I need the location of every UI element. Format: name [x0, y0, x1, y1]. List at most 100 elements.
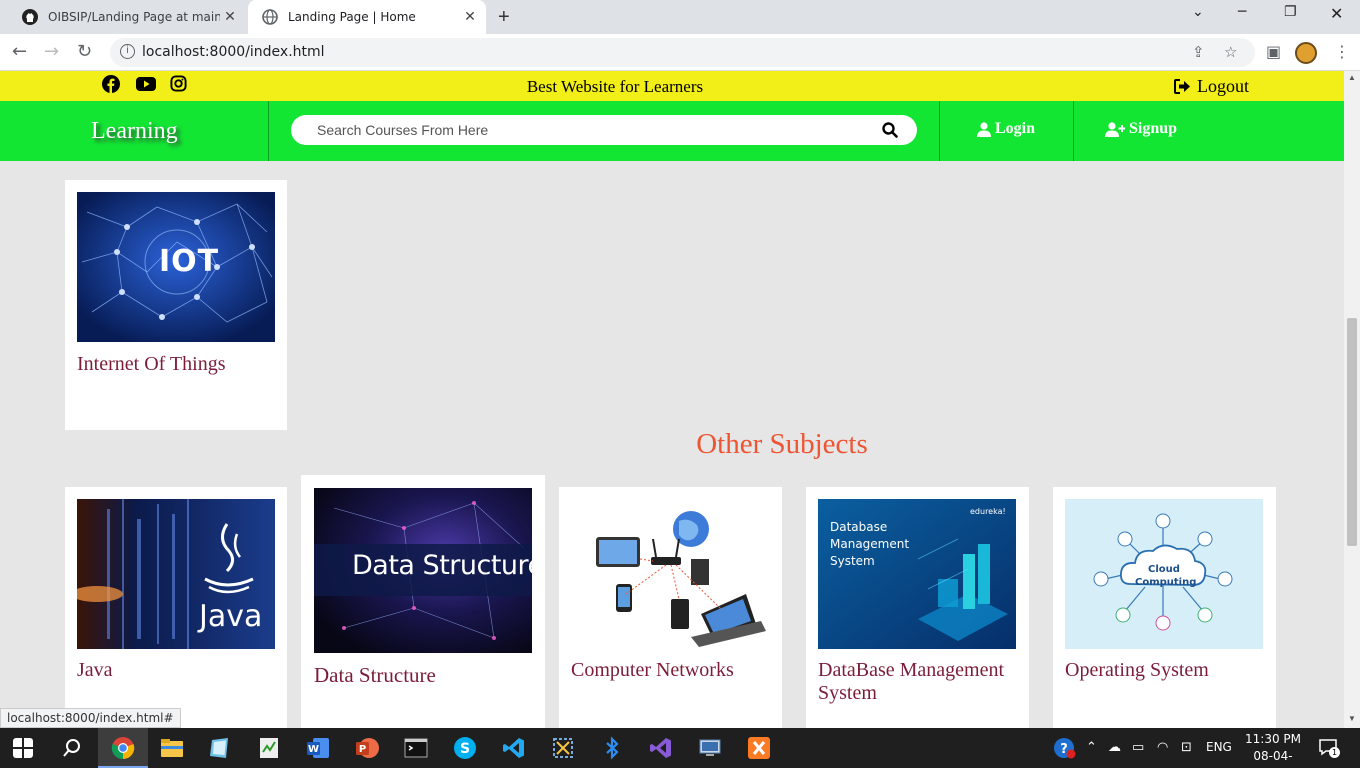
restore-icon[interactable]: ❐: [1284, 4, 1297, 20]
course-card-data-structure[interactable]: Data Structure Data Structure: [301, 475, 545, 728]
back-icon[interactable]: ←: [12, 41, 27, 62]
scrollbar-thumb[interactable]: [1347, 318, 1357, 546]
course-caption: Computer Networks: [571, 659, 734, 681]
visual-studio-icon[interactable]: [649, 736, 673, 760]
search-icon[interactable]: [62, 738, 82, 758]
chrome-icon[interactable]: [111, 736, 135, 760]
java-image-text: Java: [199, 599, 263, 634]
user-icon: [977, 121, 991, 137]
tab-title: OIBSIP/Landing Page at main · Al: [48, 10, 220, 24]
login-label: Login: [995, 120, 1036, 137]
signup-link[interactable]: Signup: [1105, 120, 1177, 138]
course-caption: DataBase Management System: [818, 659, 1005, 704]
notification-center-icon[interactable]: 1: [1318, 738, 1340, 758]
login-link[interactable]: Login: [977, 120, 1035, 138]
site-info-icon[interactable]: i: [120, 44, 135, 59]
dbms-image: Database Management System edureka!: [818, 499, 1016, 649]
search-box[interactable]: Search Courses From Here: [291, 115, 917, 145]
menu-kebab-icon[interactable]: ⋮: [1334, 42, 1350, 61]
other-subjects-heading: Other Subjects: [696, 428, 868, 460]
notification-count: 1: [1329, 747, 1340, 758]
nav-divider: [1073, 101, 1074, 161]
site-brand-logo[interactable]: Learning: [91, 118, 178, 145]
page-viewport: Best Website for Learners Logout Learnin…: [0, 71, 1344, 728]
tray-app-icon[interactable]: ☁: [1108, 740, 1121, 755]
course-caption: Data Structure: [314, 663, 436, 687]
snipping-tool-icon[interactable]: [551, 736, 575, 760]
dbms-image-text: Database Management System: [830, 520, 910, 568]
side-panel-icon[interactable]: ▣: [1266, 42, 1281, 61]
signup-label: Signup: [1129, 120, 1178, 137]
cloud-image-text: Cloud Computing: [1135, 564, 1197, 588]
cloud-computing-image: Cloud Computing: [1065, 499, 1263, 649]
xampp-icon[interactable]: [747, 736, 771, 760]
course-caption: Java: [77, 659, 113, 681]
minimize-icon[interactable]: ─: [1238, 4, 1246, 20]
file-explorer-icon[interactable]: [160, 736, 184, 760]
computer-networks-image: [571, 499, 769, 649]
tab-landing-page[interactable]: Landing Page | Home ✕: [248, 0, 486, 34]
editor-app-icon[interactable]: [257, 736, 281, 760]
logout-link[interactable]: Logout: [1174, 76, 1249, 97]
site-tagline: Best Website for Learners: [526, 77, 704, 96]
iot-image-text: IOT: [159, 244, 220, 279]
course-caption: Operating System: [1065, 659, 1209, 681]
github-icon: [22, 9, 38, 25]
tab-search-icon[interactable]: ⌄: [1192, 4, 1204, 20]
tray-expand-icon[interactable]: ⌃: [1086, 740, 1097, 755]
browser-toolbar: ← → ↻ i localhost:8000/index.html ⇪ ☆ ▣ …: [0, 34, 1360, 71]
scroll-up-arrow-icon[interactable]: ▲: [1348, 73, 1356, 82]
user-plus-icon: [1105, 121, 1125, 137]
windows-start-icon[interactable]: [13, 738, 33, 758]
vscode-icon[interactable]: [502, 736, 526, 760]
skype-icon[interactable]: S: [453, 736, 477, 760]
clock-time: 11:30 PM: [1245, 732, 1301, 746]
notes-app-icon[interactable]: [208, 736, 232, 760]
link-status-bar: localhost:8000/index.html#: [0, 708, 181, 728]
page-scrollbar[interactable]: ▲ ▼: [1344, 71, 1360, 728]
new-tab-icon[interactable]: +: [498, 6, 510, 29]
system-clock[interactable]: 11:30 PM 08-04-2022: [1240, 731, 1306, 782]
svg-text:S: S: [460, 741, 470, 757]
url-text: localhost:8000/index.html: [142, 44, 325, 60]
help-notification-icon[interactable]: ?: [1054, 737, 1076, 759]
close-window-icon[interactable]: ✕: [1330, 4, 1343, 23]
course-card-computer-networks[interactable]: Computer Networks: [559, 487, 782, 728]
windows-taskbar: W P S ? ⌃ ☁ ▭ ◠ ⊡ ENG 11:30 PM 08-04-202…: [0, 728, 1360, 780]
share-icon[interactable]: ⇪: [1192, 43, 1205, 61]
profile-avatar[interactable]: [1295, 42, 1317, 64]
course-card-iot[interactable]: IOT Internet Of Things: [65, 180, 287, 430]
course-card-dbms[interactable]: Database Management System edureka! Data…: [806, 487, 1029, 728]
tab-github[interactable]: OIBSIP/Landing Page at main · Al ✕: [8, 0, 246, 34]
java-image: Java: [77, 499, 275, 649]
tab-title: Landing Page | Home: [288, 10, 416, 24]
course-caption: Internet Of Things: [77, 353, 226, 375]
camera-icon[interactable]: ⊡: [1181, 740, 1192, 755]
bluetooth-icon[interactable]: [600, 736, 624, 760]
address-bar[interactable]: i localhost:8000/index.html ⇪ ☆: [110, 38, 1255, 67]
svg-text:W: W: [308, 744, 319, 755]
powerpoint-icon[interactable]: P: [355, 736, 379, 760]
wifi-icon[interactable]: ◠: [1157, 740, 1168, 755]
search-input[interactable]: Search Courses From Here: [317, 122, 488, 138]
course-card-operating-system[interactable]: Cloud Computing Operating System: [1053, 487, 1276, 728]
terminal-icon[interactable]: [404, 736, 428, 760]
forward-icon[interactable]: →: [44, 41, 59, 62]
globe-icon: [262, 9, 278, 25]
scroll-down-arrow-icon[interactable]: ▼: [1348, 714, 1356, 723]
close-tab-icon[interactable]: ✕: [460, 9, 480, 25]
data-structure-image: Data Structure: [314, 488, 532, 653]
bookmark-star-icon[interactable]: ☆: [1224, 43, 1237, 61]
edureka-logo: edureka!: [970, 507, 1006, 516]
close-tab-icon[interactable]: ✕: [220, 9, 240, 25]
data-structure-image-text: Data Structure: [352, 550, 532, 581]
language-indicator[interactable]: ENG: [1206, 740, 1232, 754]
search-icon[interactable]: [881, 121, 899, 139]
course-card-java[interactable]: Java Java: [65, 487, 287, 728]
main-navbar: Learning Search Courses From Here Login …: [0, 101, 1344, 161]
battery-icon[interactable]: ▭: [1132, 740, 1144, 755]
word-icon[interactable]: W: [306, 736, 330, 760]
remote-desktop-icon[interactable]: [698, 736, 722, 760]
iot-image: IOT: [77, 192, 275, 342]
reload-icon[interactable]: ↻: [77, 41, 92, 62]
